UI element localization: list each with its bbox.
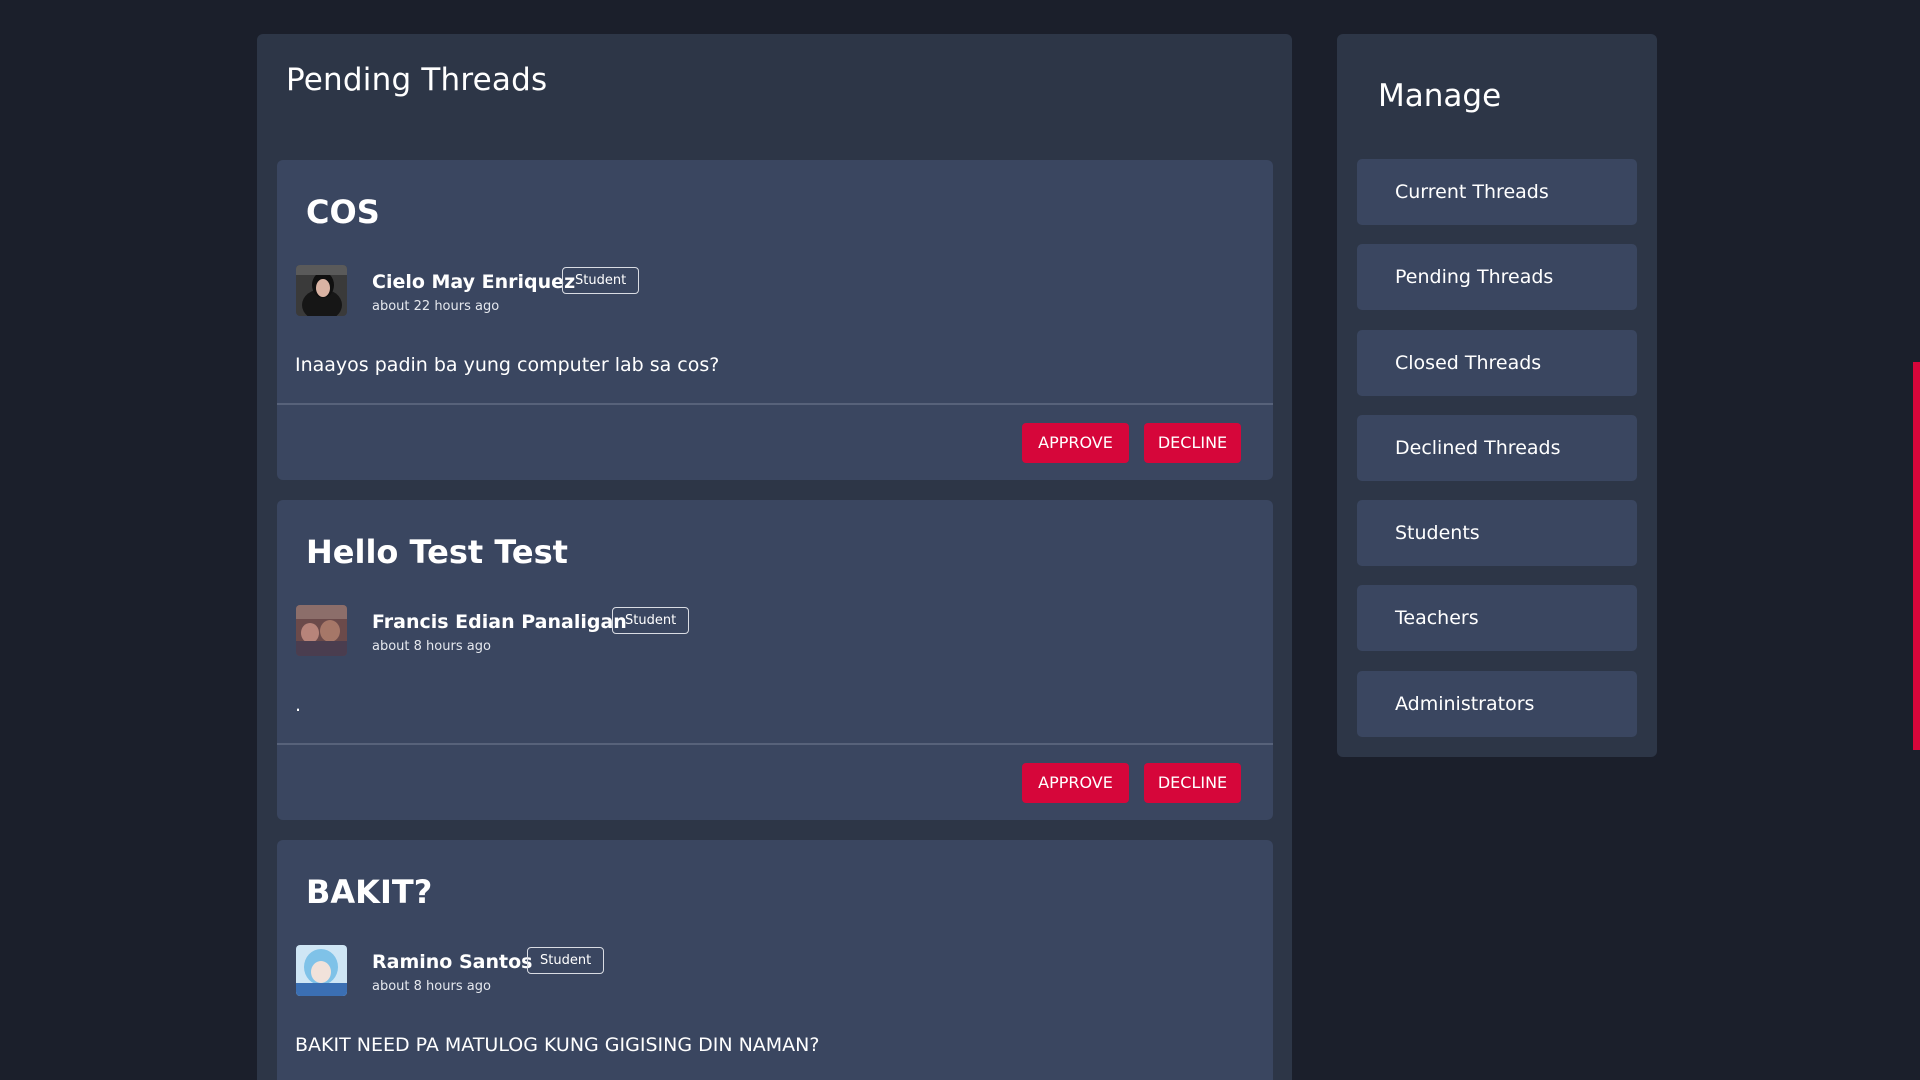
thread-card: COS Cielo May Enriquez Student about 22 …	[277, 160, 1273, 480]
scrollbar-thumb[interactable]	[1913, 362, 1920, 750]
role-badge: Student	[562, 267, 640, 294]
timestamp: about 8 hours ago	[372, 639, 491, 654]
thread-body: BAKIT NEED PA MATULOG KUNG GIGISING DIN …	[295, 1034, 820, 1056]
decline-button[interactable]: DECLINE	[1144, 423, 1241, 463]
divider	[277, 403, 1273, 405]
sidebar-item-declined-threads[interactable]: Declined Threads	[1357, 415, 1637, 481]
author-name[interactable]: Cielo May Enriquez	[372, 271, 575, 293]
manage-sidebar: Manage Current Threads Pending Threads C…	[1337, 34, 1657, 757]
sidebar-title: Manage	[1378, 78, 1502, 114]
timestamp: about 8 hours ago	[372, 979, 491, 994]
sidebar-item-administrators[interactable]: Administrators	[1357, 671, 1637, 737]
approve-button[interactable]: APPROVE	[1022, 423, 1129, 463]
thread-title[interactable]: COS	[306, 193, 380, 231]
pending-threads-panel: Pending Threads COS Cielo May Enriquez S…	[257, 34, 1292, 1080]
thread-body: Inaayos padin ba yung computer lab sa co…	[295, 354, 720, 376]
sidebar-item-teachers[interactable]: Teachers	[1357, 585, 1637, 651]
page-title: Pending Threads	[286, 62, 548, 98]
thread-body: .	[295, 694, 302, 716]
role-badge: Student	[612, 607, 690, 634]
thread-title[interactable]: BAKIT?	[306, 873, 432, 911]
avatar[interactable]	[296, 265, 347, 316]
role-badge: Student	[527, 947, 605, 974]
approve-button[interactable]: APPROVE	[1022, 763, 1129, 803]
thread-title[interactable]: Hello Test Test	[306, 533, 568, 571]
sidebar-item-students[interactable]: Students	[1357, 500, 1637, 566]
thread-card: BAKIT? Ramino Santos Student about 8 hou…	[277, 840, 1273, 1080]
divider	[277, 743, 1273, 745]
avatar[interactable]	[296, 945, 347, 996]
author-name[interactable]: Ramino Santos	[372, 951, 532, 973]
thread-card: Hello Test Test Francis Edian Panaligan …	[277, 500, 1273, 820]
decline-button[interactable]: DECLINE	[1144, 763, 1241, 803]
author-name[interactable]: Francis Edian Panaligan	[372, 611, 627, 633]
sidebar-item-pending-threads[interactable]: Pending Threads	[1357, 244, 1637, 310]
sidebar-item-current-threads[interactable]: Current Threads	[1357, 159, 1637, 225]
sidebar-item-closed-threads[interactable]: Closed Threads	[1357, 330, 1637, 396]
timestamp: about 22 hours ago	[372, 299, 500, 314]
avatar[interactable]	[296, 605, 347, 656]
